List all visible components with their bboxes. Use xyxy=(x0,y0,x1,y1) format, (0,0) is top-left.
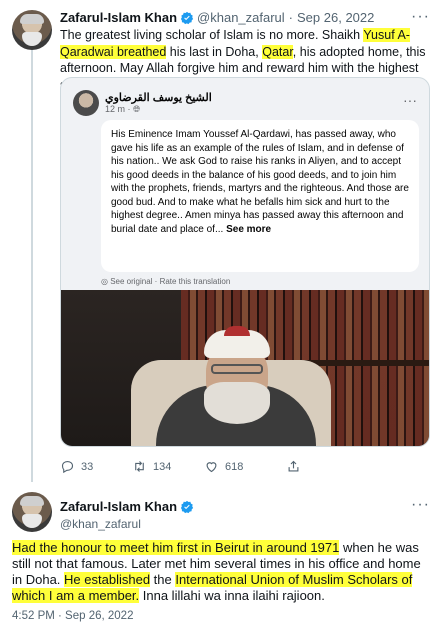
fb-post-header: الشيخ يوسف القرضاوي 12 m · 🌐︎ xyxy=(73,90,212,116)
reply-button[interactable]: 33 xyxy=(60,459,132,474)
fb-post-body: His Eminence Imam Youssef Al-Qardawi, ha… xyxy=(101,120,419,272)
translation-links: ◎ See original · Rate this translation xyxy=(101,277,231,286)
author-handle[interactable]: @khan_zafarul xyxy=(60,517,141,531)
heart-icon xyxy=(206,462,217,473)
tweet-1-action-bar: 33 134 618 xyxy=(60,459,432,474)
author-name[interactable]: Zafarul-Islam Khan xyxy=(60,10,177,25)
more-options-icon[interactable]: ··· xyxy=(411,496,430,514)
retweet-count: 134 xyxy=(153,460,172,473)
tweet-date[interactable]: Sep 26, 2022 xyxy=(297,10,374,25)
tweet-text-segment: Inna lillahi wa inna ilaihi rajioon. xyxy=(139,588,325,603)
fb-page-name[interactable]: الشيخ يوسف القرضاوي xyxy=(105,91,212,104)
author-avatar[interactable] xyxy=(12,10,52,50)
share-button[interactable] xyxy=(286,459,326,474)
retweet-icon xyxy=(135,461,144,472)
highlighted-text: He established xyxy=(64,572,151,587)
tweet-2-header: Zafarul-Islam Khan xyxy=(60,499,197,514)
verified-badge-icon xyxy=(180,500,194,513)
more-options-icon[interactable]: ··· xyxy=(411,8,430,26)
tweet-2-text: Had the honour to meet him first in Beir… xyxy=(12,540,434,604)
thread-connector-line xyxy=(31,50,33,482)
tweet-2[interactable]: Zafarul-Islam Khan @khan_zafarul ··· Had… xyxy=(0,482,446,625)
like-button[interactable]: 618 xyxy=(204,459,286,474)
share-icon xyxy=(288,460,299,472)
tweet-1[interactable]: Zafarul-Islam Khan @khan_zafarul · Sep 2… xyxy=(0,0,446,482)
tweet-text-segment: The greatest living scholar of Islam is … xyxy=(60,28,364,42)
author-handle[interactable]: @khan_zafarul xyxy=(197,10,285,25)
author-avatar[interactable] xyxy=(12,492,52,532)
embedded-facebook-post[interactable]: الشيخ يوسف القرضاوي 12 m · 🌐︎ ··· His Em… xyxy=(60,77,430,447)
author-name[interactable]: Zafarul-Islam Khan xyxy=(60,499,177,514)
globe-icon: ◎ xyxy=(101,277,111,286)
retweet-button[interactable]: 134 xyxy=(132,459,204,474)
reply-count: 33 xyxy=(81,460,94,473)
verified-badge-icon xyxy=(180,11,194,24)
tweet-timestamp[interactable]: 4:52 PM · Sep 26, 2022 xyxy=(12,610,133,622)
tweet-1-header: Zafarul-Islam Khan @khan_zafarul · Sep 2… xyxy=(60,10,374,25)
globe-icon: 🌐︎ xyxy=(133,104,141,114)
see-more-link[interactable]: See more xyxy=(226,224,271,235)
fb-post-time: 12 m · 🌐︎ xyxy=(105,104,141,114)
highlighted-text: Qatar xyxy=(262,44,293,59)
tweet-text-segment: his last in Doha, xyxy=(166,44,263,59)
like-count: 618 xyxy=(225,460,244,473)
fb-post-text: His Eminence Imam Youssef Al-Qardawi, ha… xyxy=(111,129,409,235)
portrait-photo[interactable] xyxy=(61,290,429,446)
fb-page-avatar[interactable] xyxy=(73,90,99,116)
dot-separator: · xyxy=(288,10,294,25)
highlighted-text: Had the honour to meet him first in Beir… xyxy=(12,540,340,555)
reply-icon xyxy=(61,460,74,474)
fb-more-icon: ··· xyxy=(403,92,417,108)
tweet-text-segment: the xyxy=(150,572,176,587)
